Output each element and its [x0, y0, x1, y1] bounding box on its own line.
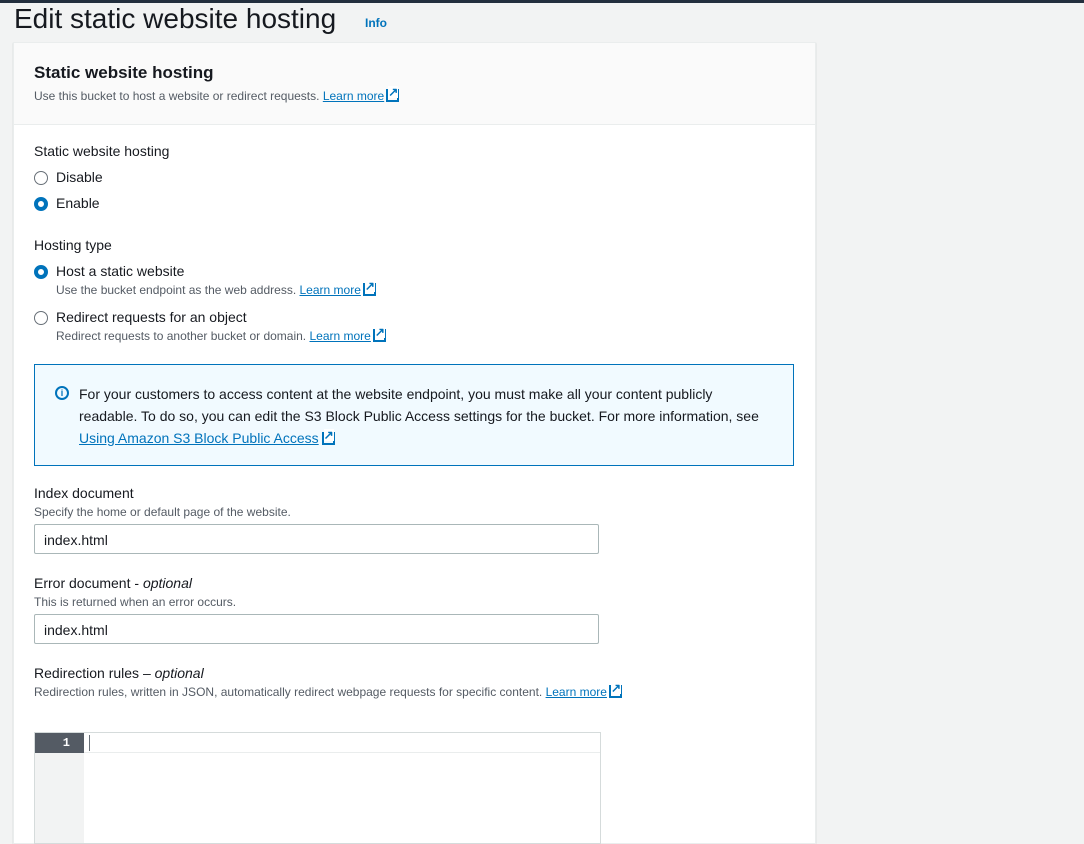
error-document-separator: -: [130, 575, 143, 591]
redirection-learn-more-link[interactable]: Learn more: [546, 685, 607, 699]
enable-radio[interactable]: [34, 197, 48, 211]
error-document-optional: optional: [142, 575, 192, 591]
redirection-rules-optional: optional: [154, 665, 204, 681]
disable-radio-label[interactable]: Disable: [56, 169, 103, 185]
redirect-requests-radio[interactable]: [34, 311, 48, 325]
panel-learn-more-link[interactable]: Learn more: [323, 89, 384, 103]
error-document-input[interactable]: index.html: [34, 614, 599, 644]
alert-message: For your customers to access content at …: [79, 386, 759, 424]
redirection-rules-label: Redirection rules – optional: [34, 665, 204, 681]
redirection-rules-label-text: Redirection rules: [34, 665, 140, 681]
external-link-icon: [321, 429, 335, 445]
hosting-label: Static website hosting: [34, 143, 170, 159]
host-static-website-radio[interactable]: [34, 265, 48, 279]
error-document-description: This is returned when an error occurs.: [34, 595, 237, 609]
hosting-type-label: Hosting type: [34, 237, 112, 253]
static-website-hosting-panel: Static website hosting Use this bucket t…: [13, 42, 816, 844]
disable-radio[interactable]: [34, 171, 48, 185]
line-number: 1: [35, 733, 84, 753]
error-document-label: Error document - optional: [34, 575, 192, 591]
redirect-requests-description: Redirect requests to another bucket or d…: [56, 326, 386, 343]
editor-cursor: [89, 735, 90, 751]
external-link-icon: [362, 280, 376, 296]
external-link-icon: [608, 682, 622, 698]
index-document-description: Specify the home or default page of the …: [34, 505, 291, 519]
redirect-learn-more-link[interactable]: Learn more: [309, 329, 370, 343]
redirection-rules-description-text: Redirection rules, written in JSON, auto…: [34, 685, 543, 699]
host-static-website-description-text: Use the bucket endpoint as the web addre…: [56, 283, 297, 297]
alert-text: For your customers to access content at …: [79, 383, 759, 449]
index-document-label: Index document: [34, 485, 134, 501]
redirection-rules-editor[interactable]: 1: [34, 732, 601, 844]
host-static-learn-more-link[interactable]: Learn more: [300, 283, 361, 297]
host-static-website-description: Use the bucket endpoint as the web addre…: [56, 280, 376, 297]
host-static-website-label[interactable]: Host a static website: [56, 263, 184, 279]
page-title: Edit static website hosting: [14, 3, 337, 34]
error-document-label-text: Error document: [34, 575, 131, 591]
block-public-access-link[interactable]: Using Amazon S3 Block Public Access: [79, 430, 319, 446]
panel-header: Static website hosting Use this bucket t…: [14, 43, 815, 125]
public-access-info-alert: i For your customers to access content a…: [34, 364, 794, 466]
info-icon: i: [55, 386, 69, 400]
redirect-requests-description-text: Redirect requests to another bucket or d…: [56, 329, 307, 343]
external-link-icon: [386, 86, 400, 102]
redirection-rules-separator: –: [139, 665, 155, 681]
panel-description: Use this bucket to host a website or red…: [34, 86, 400, 103]
editor-active-line[interactable]: [84, 733, 600, 753]
panel-title: Static website hosting: [34, 63, 214, 82]
redirect-requests-label[interactable]: Redirect requests for an object: [56, 309, 247, 325]
external-link-icon: [372, 326, 386, 342]
redirection-rules-description: Redirection rules, written in JSON, auto…: [34, 682, 622, 699]
panel-description-text: Use this bucket to host a website or red…: [34, 89, 320, 103]
enable-radio-label[interactable]: Enable: [56, 195, 100, 211]
info-link[interactable]: Info: [365, 16, 387, 30]
index-document-input[interactable]: index.html: [34, 524, 599, 554]
